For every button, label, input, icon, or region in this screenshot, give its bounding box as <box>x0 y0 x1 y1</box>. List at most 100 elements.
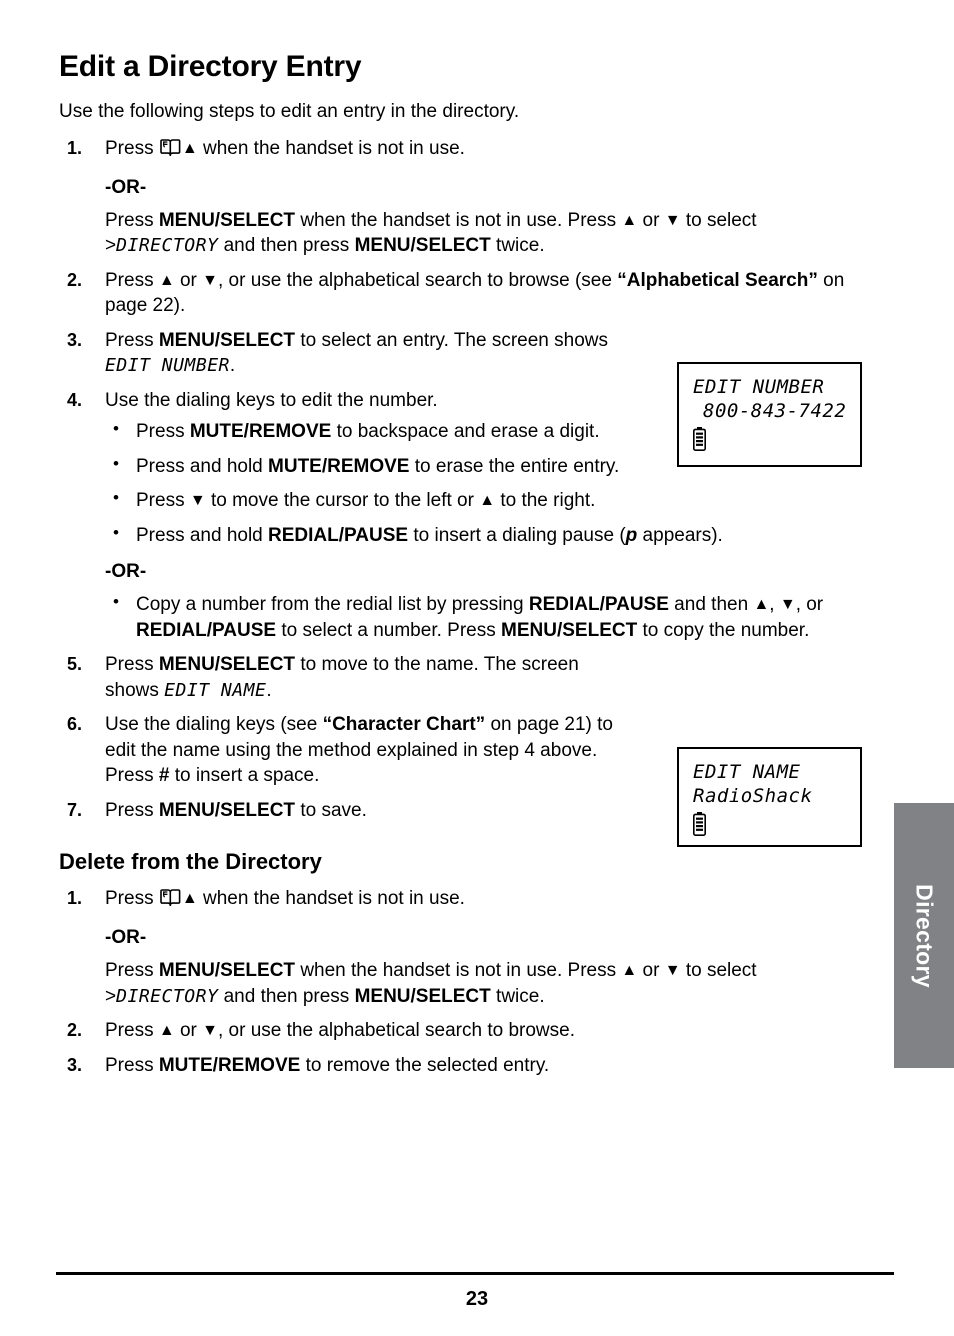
up-arrow-icon: ▲ <box>158 1022 175 1040</box>
down-arrow-icon: ▼ <box>189 492 206 510</box>
text: , or <box>795 594 824 616</box>
text: or <box>174 1020 203 1042</box>
intro-paragraph: Use the following steps to edit an entry… <box>59 101 520 122</box>
text: Press <box>105 209 159 231</box>
text: , or use the alphabetical search to brow… <box>218 269 618 291</box>
footer-divider <box>56 1272 894 1275</box>
step-text: Press MENU/SELECT to select an entry. Th… <box>105 328 657 379</box>
text: , <box>769 594 780 616</box>
book-icon <box>160 138 181 163</box>
redial-pause-key: REDIAL/PAUSE <box>528 594 669 616</box>
text: twice. <box>490 235 545 257</box>
step-number: 7. <box>67 799 83 820</box>
text: to insert a space. <box>169 765 320 787</box>
step-2: 2. Press ▲ or ▼, or use the alphabetical… <box>59 1018 869 1043</box>
step-text: Press ▲ when the handset is not in use. <box>105 886 869 913</box>
section-title-delete: Delete from the Directory <box>59 849 322 875</box>
step-number: 4. <box>67 389 83 410</box>
text: Press <box>105 1054 159 1076</box>
text: to remove the selected entry. <box>300 1054 550 1076</box>
text: and then <box>668 594 754 616</box>
text: Use the dialing keys (see <box>105 714 323 736</box>
step-suffix-text: when the handset is not in use. <box>197 138 465 160</box>
text: to save. <box>295 799 367 821</box>
text: to select a number. Press <box>276 619 502 641</box>
step-5: 5. Press MENU/SELECT to move to the name… <box>59 652 869 703</box>
text: Press <box>136 490 190 512</box>
step-1: 1. Press ▲ when the handset is not in us… <box>59 136 869 259</box>
up-arrow-icon: ▲ <box>479 492 496 510</box>
text: to backspace and erase a digit. <box>331 421 600 443</box>
text: and then press <box>218 235 355 257</box>
battery-icon <box>693 811 706 836</box>
lcd-line-value: 800-843-7422 <box>703 399 847 422</box>
mute-remove-key: MUTE/REMOVE <box>158 1054 301 1076</box>
text: Press <box>105 654 159 676</box>
character-chart-reference: “Character Chart” <box>322 714 486 736</box>
book-icon <box>160 888 181 913</box>
lcd-line-value: RadioShack <box>693 784 813 807</box>
or-label: -OR- <box>105 176 147 198</box>
text: Copy a number from the redial list by pr… <box>136 594 529 616</box>
text: to erase the entire entry. <box>409 455 620 477</box>
step-number: 3. <box>67 1054 83 1075</box>
redial-pause-key: REDIAL/PAUSE <box>268 524 409 546</box>
text: to insert a dialing pause ( <box>408 524 626 546</box>
step-prefix-text: Press <box>105 888 159 910</box>
mute-remove-key: MUTE/REMOVE <box>189 421 332 443</box>
text: to copy the number. <box>637 619 810 641</box>
step-1-alternative: Press MENU/SELECT when the handset is no… <box>105 958 869 1009</box>
step-text: Press ▲ or ▼, or use the alphabetical se… <box>105 1018 869 1043</box>
text: Press <box>136 421 190 443</box>
lcd-screen-edit-name: EDIT NAME RadioShack <box>677 747 862 847</box>
redial-pause-key: REDIAL/PAUSE <box>136 619 277 641</box>
alphabetical-search-reference: “Alphabetical Search” <box>617 269 818 291</box>
up-arrow-icon: ▲ <box>621 962 638 980</box>
battery-icon <box>693 426 706 451</box>
up-arrow-icon: ▲ <box>181 140 198 158</box>
up-arrow-icon: ▲ <box>181 890 198 908</box>
page-number: 23 <box>465 1288 489 1310</box>
step-text: Use the dialing keys (see “Character Cha… <box>105 712 630 788</box>
edit-entry-steps: 1. Press ▲ when the handset is not in us… <box>59 136 869 823</box>
text: and then press <box>218 985 355 1007</box>
text: to select an entry. The screen shows <box>295 329 608 351</box>
text: Press <box>105 799 159 821</box>
step-prefix-text: Press <box>105 138 159 160</box>
lcd-edit-number-label: EDIT NUMBER <box>105 355 230 377</box>
down-arrow-icon: ▼ <box>202 271 218 289</box>
side-tab-label: Directory <box>911 883 938 988</box>
text: Press <box>105 329 159 351</box>
step-text: Press ▲ when the handset is not in use. <box>105 136 869 163</box>
step-1-alternative: Press MENU/SELECT when the handset is no… <box>105 208 869 259</box>
text: Press <box>105 960 159 982</box>
menu-select-key: MENU/SELECT <box>158 329 296 351</box>
up-arrow-icon: ▲ <box>158 271 175 289</box>
text: , or use the alphabetical search to brow… <box>218 1020 575 1042</box>
step-3: 3. Press MUTE/REMOVE to remove the selec… <box>59 1053 869 1078</box>
text: to the right. <box>495 490 596 512</box>
down-arrow-icon: ▼ <box>202 1022 218 1040</box>
lcd-line-title: EDIT NAME <box>693 761 801 783</box>
or-label: -OR- <box>105 560 147 582</box>
menu-select-key: MENU/SELECT <box>158 960 296 982</box>
down-arrow-icon: ▼ <box>664 211 681 229</box>
step-number: 1. <box>67 888 83 909</box>
step-number: 6. <box>67 714 83 735</box>
lcd-screen-edit-number: EDIT NUMBER 800-843-7422 <box>677 362 862 467</box>
step-2: 2. Press ▲ or ▼, or use the alphabetical… <box>59 268 869 319</box>
bullet-item: Press and hold REDIAL/PAUSE to insert a … <box>105 521 869 548</box>
step-4-or-bullets: Copy a number from the redial list by pr… <box>105 591 869 643</box>
lcd-directory-label: DIRECTORY <box>116 985 219 1007</box>
menu-select-key: MENU/SELECT <box>158 209 296 231</box>
mute-remove-key: MUTE/REMOVE <box>268 455 410 477</box>
delete-entry-steps: 1. Press ▲ when the handset is not in us… <box>59 886 869 1078</box>
bullet-item: Copy a number from the redial list by pr… <box>105 591 869 643</box>
text: or <box>637 960 665 982</box>
step-number: 5. <box>67 654 83 675</box>
lcd-line-title: EDIT NUMBER <box>693 376 825 398</box>
page-title: Edit a Directory Entry <box>59 50 362 83</box>
text: when the handset is not in use. Press <box>295 960 622 982</box>
menu-select-key: MENU/SELECT <box>158 654 296 676</box>
step-1: 1. Press ▲ when the handset is not in us… <box>59 886 869 1009</box>
